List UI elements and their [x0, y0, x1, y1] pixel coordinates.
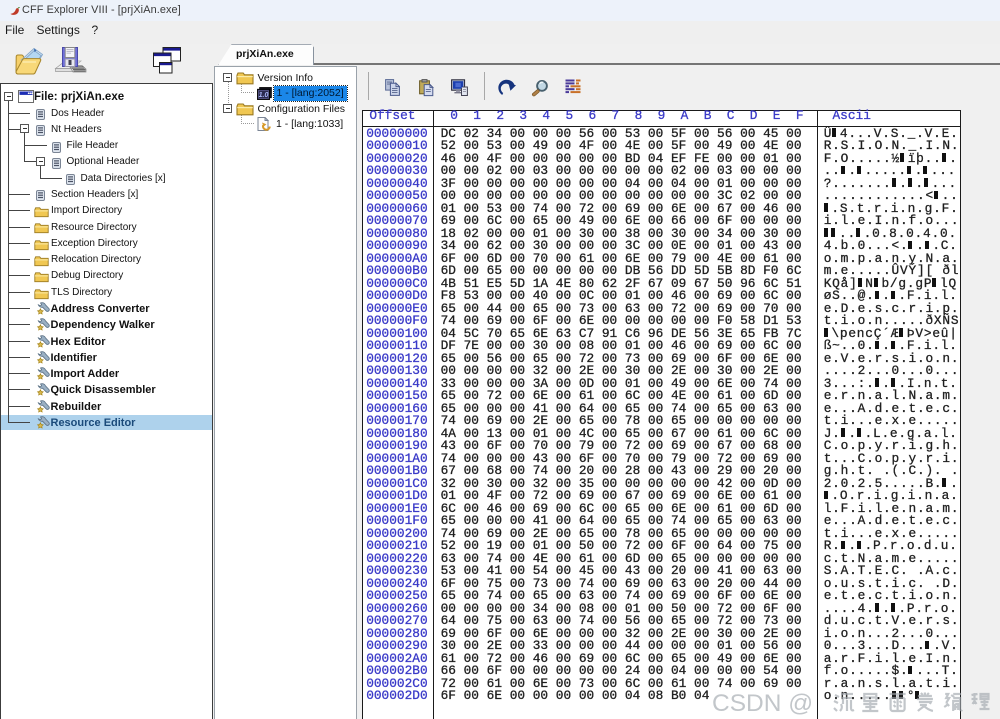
svg-text:1.0: 1.0	[258, 92, 268, 99]
svg-text:CSDN @: CSDN @	[712, 690, 813, 717]
